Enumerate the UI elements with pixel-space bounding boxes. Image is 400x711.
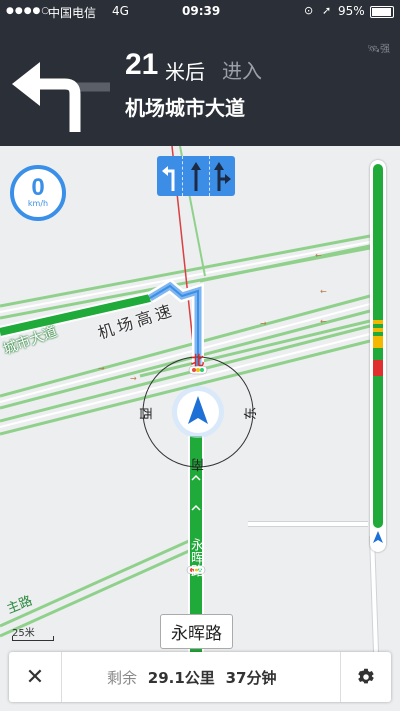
current-road-label: 永晖路 xyxy=(160,614,233,649)
carrier-name: 中国电信 xyxy=(48,6,97,20)
remaining-time: 37分钟 xyxy=(225,669,277,687)
gps-signal-indicator: 🛰强 xyxy=(367,40,390,55)
lane-left-turn-icon xyxy=(157,156,182,196)
map-label-yonghui-vertical: 永晖路 xyxy=(188,538,203,577)
map-view[interactable]: ← ← → → → ← 城市大道 机场高速 永晖路 主路 北 西 东 南 xyxy=(0,145,400,653)
current-speed: 0 xyxy=(31,174,45,201)
map-scale-bar xyxy=(12,636,54,641)
speed-unit: km/h xyxy=(27,199,49,208)
lane-straight-right-icon xyxy=(208,156,235,196)
trip-summary-bar: ✕ 剩余 29.1公里 37分钟 xyxy=(9,652,391,702)
network-type: 4G xyxy=(112,4,129,18)
clock: 09:39 xyxy=(182,4,221,18)
gear-icon xyxy=(358,668,374,684)
trip-remaining: 剩余 29.1公里 37分钟 xyxy=(107,667,276,688)
compass-east: 东 xyxy=(244,406,260,421)
lane-guidance xyxy=(157,156,235,196)
next-road-name: 机场城市大道 xyxy=(125,96,245,120)
svg-text:→: → xyxy=(98,364,105,373)
svg-text:→: → xyxy=(260,319,267,328)
remaining-distance: 29.1公里 xyxy=(147,669,215,687)
svg-text:←: ← xyxy=(315,251,322,260)
close-navigation-button[interactable]: ✕ xyxy=(9,652,62,702)
satellite-icon: 🛰 xyxy=(367,44,380,55)
distance-to-turn: 21 xyxy=(125,48,159,81)
turn-left-icon xyxy=(12,62,110,132)
gps-signal-label: 强 xyxy=(380,44,390,55)
battery-icon xyxy=(370,6,394,18)
orientation-lock-icon: ⊙ xyxy=(304,4,314,17)
svg-text:→: → xyxy=(130,374,137,383)
svg-text:←: ← xyxy=(320,317,327,326)
compass-south: 南 xyxy=(191,456,205,471)
remaining-label: 剩余 xyxy=(107,669,138,687)
turn-action: 进入 xyxy=(222,59,262,83)
lane-straight-icon xyxy=(182,156,208,196)
battery-percent: 95% xyxy=(338,4,365,18)
distance-unit: 米后 xyxy=(165,60,205,84)
compass-north: 北 xyxy=(191,354,205,369)
speedometer: 0 km/h xyxy=(10,165,66,221)
signal-strength-dots: ●●●●○ xyxy=(6,6,51,16)
svg-text:←: ← xyxy=(320,287,327,296)
location-arrow-icon: ➚ xyxy=(322,4,332,17)
turn-instruction-panel[interactable]: 21 米后 进入 机场城市大道 🛰强 xyxy=(0,22,400,146)
settings-button[interactable] xyxy=(340,652,391,702)
status-bar: ●●●●○ 中国电信 4G 09:39 ⊙ ➚ 95% xyxy=(0,0,400,22)
close-icon: ✕ xyxy=(25,664,45,690)
route-traffic-bar xyxy=(370,160,386,552)
compass-west: 西 xyxy=(137,406,153,421)
